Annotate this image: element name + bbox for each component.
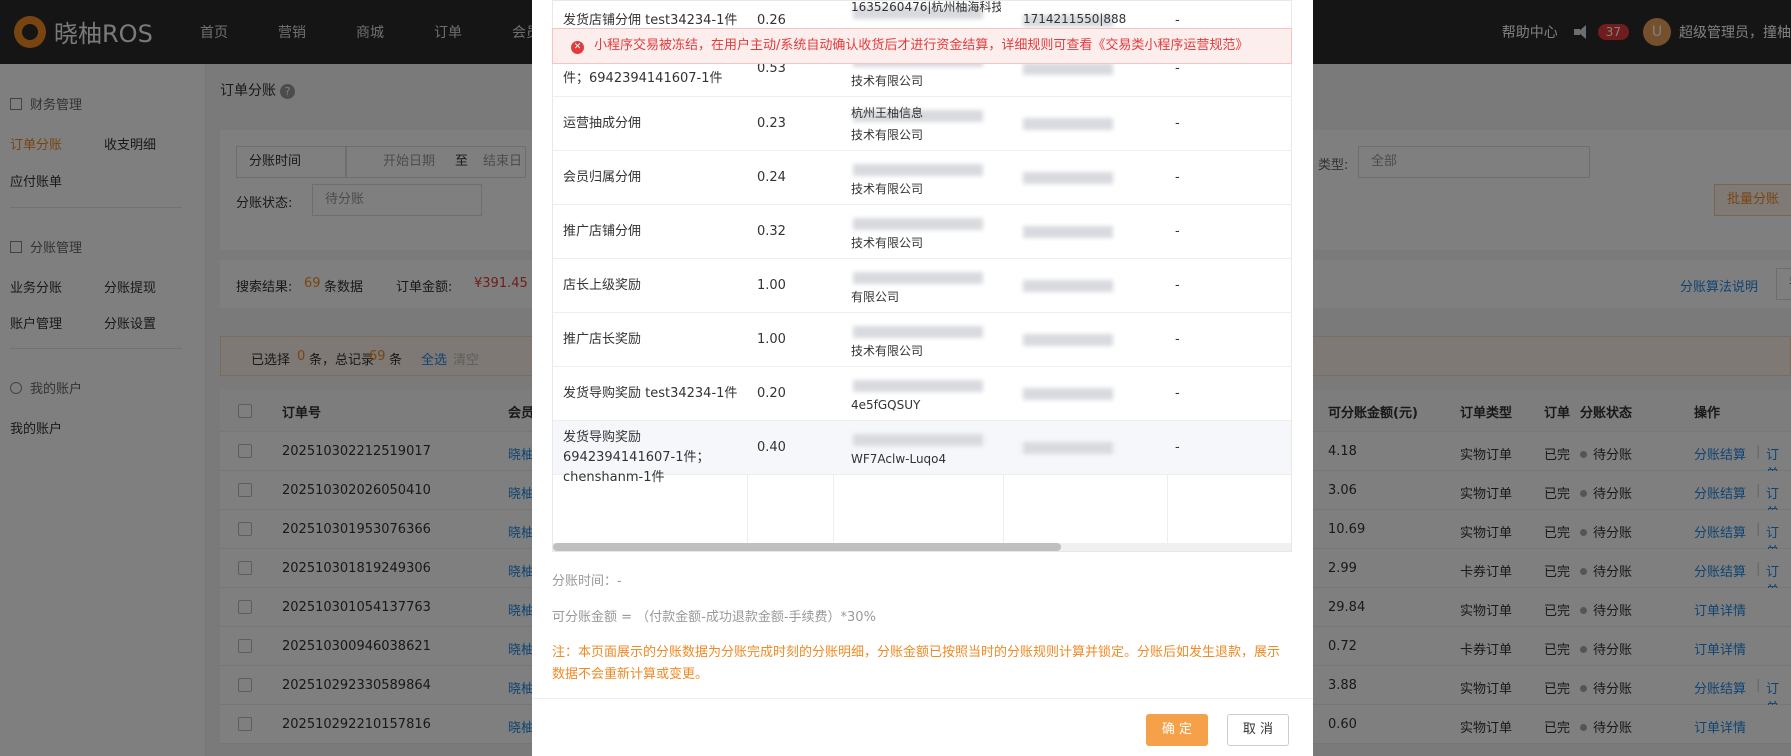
split-row: 发货导购奖励 test34234-1件 0.20 - 4e5fGQSUY xyxy=(553,367,1291,421)
redacted-id xyxy=(1023,63,1113,75)
split-time-text: 分账时间：- xyxy=(552,574,622,589)
split-remark: - xyxy=(1175,386,1180,401)
split-remark: - xyxy=(1175,170,1180,185)
split-amount: 0.32 xyxy=(757,224,786,239)
split-row: 推广店长奖励 1.00 - 技术有限公司 xyxy=(553,313,1291,367)
split-row: 发货导购奖励 6942394141607-1件；chenshanm-1件 0.40… xyxy=(553,421,1291,485)
redacted-id xyxy=(1023,280,1113,292)
split-row: 店长上级奖励 1.00 - 有限公司 xyxy=(553,259,1291,313)
scrollbar-thumb[interactable] xyxy=(553,543,1061,551)
account-name-tail: 技术有限公司 xyxy=(851,182,924,196)
account-name-tail: 技术有限公司 xyxy=(851,74,924,88)
redacted-id xyxy=(1023,334,1113,346)
split-item: 发货导购奖励 6942394141607-1件；chenshanm-1件 xyxy=(563,430,710,485)
split-row: 推广店铺分佣 0.32 - 技术有限公司 xyxy=(553,205,1291,259)
redacted-account xyxy=(853,272,983,284)
redacted-account xyxy=(853,434,983,446)
split-item: 推广店长奖励 xyxy=(563,332,642,347)
account-name-tail: 技术有限公司 xyxy=(851,344,924,358)
horizontal-scrollbar[interactable] xyxy=(553,543,1291,551)
split-item: 发货导购奖励 test34234-1件 xyxy=(563,386,738,401)
split-item: 店长上级奖励 xyxy=(563,278,642,293)
alert-text: 小程序交易被冻结，在用户主动/系统自动确认收货后才进行资金结算，详细规则可查看《… xyxy=(594,38,1249,53)
split-remark: - xyxy=(1175,278,1180,293)
account-name-tail: 技术有限公司 xyxy=(851,128,924,142)
redacted-account xyxy=(853,326,983,338)
redacted-account xyxy=(853,218,983,230)
redacted-id xyxy=(1023,226,1113,238)
redacted-id xyxy=(1023,388,1113,400)
split-remark: - xyxy=(1175,224,1180,239)
split-item: 推广店铺分佣 xyxy=(563,224,642,239)
split-amount: 1.00 xyxy=(757,278,786,293)
redacted-id xyxy=(1023,118,1113,130)
split-amount: 0.40 xyxy=(757,440,786,455)
split-detail-table: 发货店铺分佣 test34234-1件 0.26-1635260476|杭州柚海科… xyxy=(552,0,1292,552)
account-name-tail: 有限公司 xyxy=(851,290,900,304)
note-text: 注：本页面展示的分账数据为分账完成时刻的分账明细，分账金额已按照当时的分账规则计… xyxy=(552,645,1281,682)
split-item: 运营抽成分佣 xyxy=(563,116,642,131)
split-remark: - xyxy=(1175,332,1180,347)
redacted-id xyxy=(1023,442,1113,454)
redacted-id xyxy=(1023,172,1113,184)
account-name: 1635260476|杭州柚海科技 xyxy=(851,0,1001,14)
formula-text: 可分账金额 = （付款金额-成功退款金额-手续费）*30% xyxy=(552,610,876,625)
split-amount: 0.24 xyxy=(757,170,786,185)
account-name-tail: 4e5fGQSUY xyxy=(851,398,921,412)
split-amount: 0.20 xyxy=(757,386,786,401)
account-name: 杭州王柚信息 xyxy=(851,106,924,120)
cancel-button[interactable]: 取 消 xyxy=(1227,714,1289,746)
account-id: 1714211550|888 xyxy=(1023,12,1127,26)
split-detail-modal: 发货店铺分佣 test34234-1件 0.26-1635260476|杭州柚海科… xyxy=(532,0,1313,756)
split-row: 运营抽成分佣 0.23 - 杭州王柚信息 技术有限公司 xyxy=(553,97,1291,151)
redacted-account xyxy=(853,164,983,176)
confirm-button[interactable]: 确 定 xyxy=(1146,714,1208,746)
freeze-alert: ✕ 小程序交易被冻结，在用户主动/系统自动确认收货后才进行资金结算，详细规则可查看… xyxy=(552,28,1292,64)
split-remark: - xyxy=(1175,116,1180,131)
error-icon: ✕ xyxy=(571,41,584,54)
split-remark: - xyxy=(1175,440,1180,455)
account-name-tail: 技术有限公司 xyxy=(851,236,924,250)
account-name-tail: WF7Aclw-Luqo4 xyxy=(851,452,947,466)
split-item: 会员归属分佣 xyxy=(563,170,642,185)
redacted-account xyxy=(853,380,983,392)
split-amount: 0.23 xyxy=(757,116,786,131)
split-row: 会员归属分佣 0.24 - 技术有限公司 xyxy=(553,151,1291,205)
modal-footer-divider xyxy=(532,698,1313,699)
split-amount: 1.00 xyxy=(757,332,786,347)
